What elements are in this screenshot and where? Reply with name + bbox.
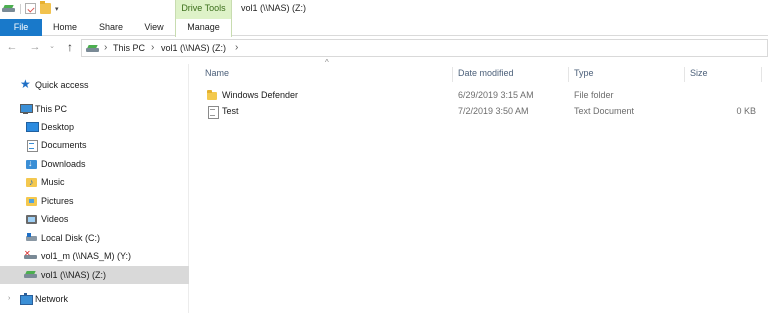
file-name: Windows Defender — [222, 90, 299, 100]
nav-item-label: Network — [35, 294, 69, 304]
nav-item-music[interactable]: Music — [0, 173, 189, 191]
nav-item-documents[interactable]: Documents — [0, 136, 189, 154]
breadcrumb-current-drive[interactable]: vol1 (\\NAS) (Z:) — [161, 40, 226, 56]
file-size: 0 KB — [736, 106, 756, 116]
disconnected-network-drive-icon — [24, 249, 38, 261]
file-row-windows-defender[interactable]: Windows Defender 6/29/2019 3:15 AM File … — [190, 87, 768, 103]
new-folder-icon[interactable] — [40, 1, 51, 14]
file-type: Text Document — [574, 106, 635, 116]
column-header-type[interactable]: Type — [569, 65, 685, 84]
properties-icon[interactable] — [25, 3, 36, 14]
nav-item-label: Desktop — [41, 122, 75, 132]
nav-item-label: vol1_m (\\NAS_M) (Y:) — [41, 251, 132, 261]
pictures-icon — [26, 196, 37, 206]
column-header-size[interactable]: Size — [685, 65, 761, 84]
nav-item-downloads[interactable]: Downloads — [0, 155, 189, 173]
tab-file[interactable]: File — [0, 19, 42, 36]
file-list: ^ Name Date modified Type Size Windows D… — [190, 58, 768, 313]
documents-icon — [26, 140, 38, 152]
breadcrumb-chevron-icon[interactable]: › — [151, 40, 154, 56]
nav-item-videos[interactable]: Videos — [0, 210, 189, 228]
file-type: File folder — [574, 90, 614, 100]
nav-item-local-disk[interactable]: Local Disk (C:) — [0, 229, 189, 247]
nav-item-pictures[interactable]: Pictures — [0, 192, 189, 210]
quick-access-star-icon — [20, 77, 31, 91]
folder-icon — [207, 90, 218, 100]
forward-arrow-icon[interactable]: → — [28, 39, 42, 55]
column-headers: Name Date modified Type Size — [190, 65, 768, 84]
text-document-icon — [207, 106, 219, 119]
nav-item-label: Local Disk (C:) — [41, 233, 101, 243]
breadcrumb-this-pc[interactable]: This PC — [113, 40, 145, 56]
nav-item-this-pc[interactable]: This PC — [0, 100, 189, 118]
column-header-date-modified[interactable]: Date modified — [453, 65, 569, 84]
up-arrow-icon[interactable]: ↑ — [63, 39, 77, 55]
drive-tools-label: Drive Tools — [175, 0, 232, 19]
quick-access-toolbar: ▾ — [2, 1, 59, 14]
title-bar: ▾ Drive Tools vol1 (\\NAS) (Z:) — [0, 0, 768, 19]
nav-item-quick-access[interactable]: Quick access — [0, 76, 189, 94]
nav-item-label: This PC — [35, 104, 68, 114]
downloads-icon — [26, 157, 37, 169]
tab-home[interactable]: Home — [45, 19, 85, 36]
back-arrow-icon[interactable]: ← — [5, 39, 19, 55]
network-drive-icon — [24, 270, 38, 280]
column-header-name[interactable]: Name — [200, 65, 453, 84]
local-disk-icon — [26, 233, 37, 243]
file-date-modified: 6/29/2019 3:15 AM — [458, 90, 534, 100]
nav-item-vol1[interactable]: vol1 (\\NAS) (Z:) — [0, 266, 189, 284]
tab-manage[interactable]: Manage — [175, 19, 232, 37]
toolbar-separator — [20, 3, 21, 14]
network-icon — [20, 293, 33, 305]
tab-view[interactable]: View — [137, 19, 171, 36]
nav-item-network[interactable]: › Network — [0, 290, 189, 308]
nav-item-label: Pictures — [41, 196, 74, 206]
navigation-pane: Quick access This PC Desktop Documents D… — [0, 64, 189, 313]
nav-item-label: Downloads — [41, 159, 86, 169]
nav-item-label: Music — [41, 177, 65, 187]
address-bar[interactable]: › This PC › vol1 (\\NAS) (Z:) › — [81, 39, 768, 57]
breadcrumb-chevron-icon[interactable]: › — [235, 40, 238, 56]
nav-item-label: Videos — [41, 214, 69, 224]
videos-icon — [26, 214, 37, 224]
breadcrumb-chevron-icon[interactable]: › — [104, 40, 107, 56]
ribbon-tabs: File Home Share View Manage — [0, 19, 768, 37]
music-icon — [26, 176, 37, 188]
expand-chevron-icon[interactable]: › — [8, 290, 10, 308]
network-drive-icon — [86, 45, 100, 53]
column-divider[interactable] — [761, 67, 762, 82]
navigation-bar: ← → ⌄ ↑ › This PC › vol1 (\\NAS) (Z:) › — [0, 38, 768, 58]
desktop-icon — [26, 122, 39, 132]
file-row-test[interactable]: Test 7/2/2019 3:50 AM Text Document 0 KB — [190, 103, 768, 119]
file-name: Test — [222, 106, 239, 116]
computer-icon — [20, 104, 33, 114]
tab-share[interactable]: Share — [90, 19, 132, 36]
nav-item-desktop[interactable]: Desktop — [0, 118, 189, 136]
nav-item-label: Documents — [41, 140, 87, 150]
customize-dropdown-icon[interactable]: ▾ — [55, 5, 59, 13]
nav-item-vol1-m[interactable]: vol1_m (\\NAS_M) (Y:) — [0, 247, 189, 265]
file-date-modified: 7/2/2019 3:50 AM — [458, 106, 529, 116]
window-title: vol1 (\\NAS) (Z:) — [241, 3, 307, 13]
nav-item-label: Quick access — [35, 80, 89, 90]
recent-locations-chevron-icon[interactable]: ⌄ — [47, 39, 57, 55]
network-drive-icon — [2, 5, 16, 13]
nav-item-label: vol1 (\\NAS) (Z:) — [41, 270, 107, 280]
